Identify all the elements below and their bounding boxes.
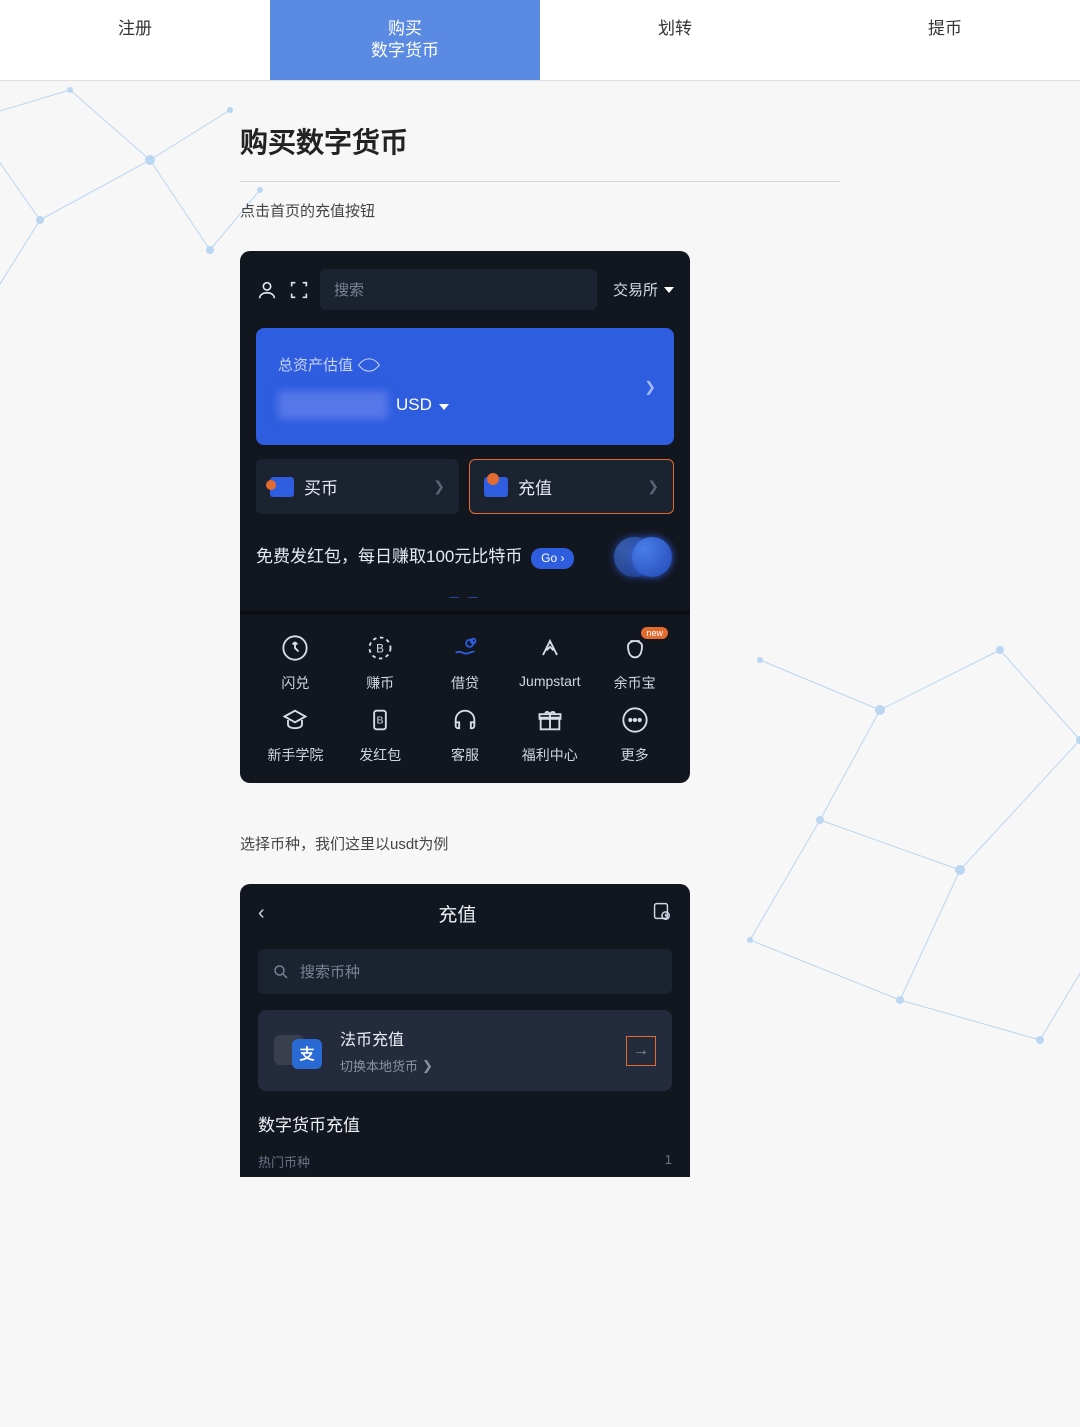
instruction-text-1: 点击首页的充值按钮: [240, 200, 840, 221]
grid-rewards[interactable]: 福利中心: [510, 705, 589, 765]
redpacket-icon: B: [365, 705, 395, 735]
grid-loan[interactable]: 借贷: [426, 633, 505, 693]
svg-text:B: B: [376, 643, 384, 656]
history-icon[interactable]: [650, 900, 672, 927]
grid-support[interactable]: 客服: [426, 705, 505, 765]
fiat-subtitle[interactable]: 切换本地货币 ❯: [340, 1056, 612, 1075]
chevron-right-icon: ❯: [433, 478, 445, 495]
coin-graphic: [614, 532, 674, 582]
app-mockup-deposit: ‹ 充值 搜索币种 支 法币充值 切换本地货币 ❯ → 数字货币充值: [240, 884, 690, 1177]
back-icon[interactable]: ‹: [258, 902, 265, 925]
carousel-indicator: — —: [256, 592, 674, 603]
promo-banner[interactable]: 免费发红包，每日赚取100元比特币 Go ›: [256, 532, 674, 582]
arrow-right-icon[interactable]: →: [626, 1036, 656, 1066]
deposit-button[interactable]: 充值 ❯: [469, 459, 674, 514]
go-button[interactable]: Go ›: [531, 548, 574, 569]
tab-transfer[interactable]: 划转: [540, 0, 810, 80]
search-coin-input[interactable]: 搜索币种: [258, 949, 672, 994]
svg-text:B: B: [377, 715, 384, 727]
feature-grid: 闪兑 B 赚币 借贷 Jumpstart new 余币宝 新手学院: [256, 633, 674, 765]
grid-academy[interactable]: 新手学院: [256, 705, 335, 765]
earn-icon: B: [365, 633, 395, 663]
payment-icons: 支: [274, 1031, 326, 1071]
grid-swap[interactable]: 闪兑: [256, 633, 335, 693]
grid-jumpstart[interactable]: Jumpstart: [510, 633, 589, 693]
gift-icon: [535, 705, 565, 735]
grid-savings[interactable]: new 余币宝: [595, 633, 674, 693]
buy-icon: [270, 477, 294, 497]
support-icon: [450, 705, 480, 735]
grid-earn[interactable]: B 赚币: [341, 633, 420, 693]
grid-redpacket[interactable]: B 发红包: [341, 705, 420, 765]
instruction-text-2: 选择币种，我们这里以usdt为例: [240, 833, 840, 854]
buy-coin-button[interactable]: 买币 ❯: [256, 459, 459, 514]
crypto-deposit-title: 数字货币充值: [240, 1111, 690, 1136]
loan-icon: [450, 633, 480, 663]
swap-icon: [280, 633, 310, 663]
tab-buy-crypto[interactable]: 购买 数字货币: [270, 0, 540, 80]
academy-icon: [280, 705, 310, 735]
deposit-icon: [484, 477, 508, 497]
eye-icon[interactable]: [358, 353, 381, 376]
banner-text: 免费发红包，每日赚取100元比特币 Go ›: [256, 545, 600, 570]
tab-register[interactable]: 注册: [0, 0, 270, 80]
grid-more[interactable]: 更多: [595, 705, 674, 765]
chevron-right-icon: ❯: [644, 378, 656, 395]
assets-amount-blurred: [278, 391, 388, 419]
more-icon: [620, 705, 650, 735]
hot-coins-header: 热门币种 1: [240, 1152, 690, 1177]
new-badge: new: [641, 627, 668, 639]
fiat-deposit-card[interactable]: 支 法币充值 切换本地货币 ❯ →: [258, 1010, 672, 1091]
exchange-dropdown[interactable]: 交易所: [613, 279, 674, 300]
app-mockup-home: 搜索 交易所 总资产估值 USD ❯ 买币 ❯: [240, 251, 690, 783]
chevron-right-icon: ❯: [647, 478, 659, 495]
total-assets-card[interactable]: 总资产估值 USD ❯: [256, 328, 674, 445]
fiat-title: 法币充值: [340, 1026, 612, 1050]
page-title: 购买数字货币: [240, 121, 840, 182]
screen-title: 充值: [438, 900, 476, 927]
currency-selector[interactable]: USD: [396, 395, 449, 415]
profile-icon[interactable]: [256, 279, 278, 301]
search-input[interactable]: 搜索: [320, 269, 597, 310]
tab-bar: 注册 购买 数字货币 划转 提币: [0, 0, 1080, 81]
scan-icon[interactable]: [288, 279, 310, 301]
assets-label: 总资产估值: [278, 354, 652, 375]
jumpstart-icon: [535, 633, 565, 663]
tab-withdraw[interactable]: 提币: [810, 0, 1080, 80]
